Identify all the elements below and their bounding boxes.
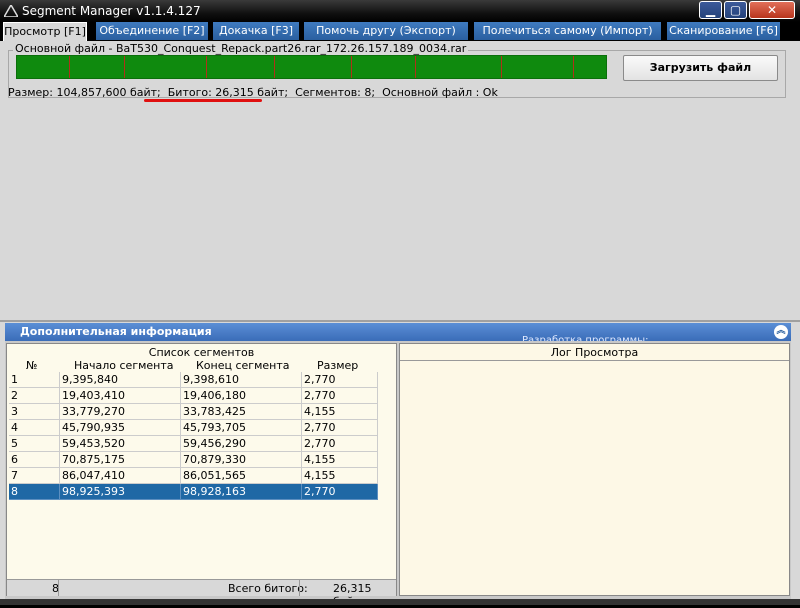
footer-separator <box>299 580 300 596</box>
load-file-button[interactable]: Загрузить файл <box>623 55 778 81</box>
tab-scan[interactable]: Сканирование [F6] <box>667 22 780 40</box>
cell-number: 5 <box>9 436 60 452</box>
main-file-status-text: Основной файл : Ok <box>382 86 498 99</box>
cell-start: 59,453,520 <box>60 436 181 452</box>
log-title: Лог Просмотра <box>400 346 789 361</box>
segment-marker <box>274 56 275 78</box>
cell-end: 59,456,290 <box>181 436 302 452</box>
table-row[interactable]: 8 98,925,393 98,928,163 2,770 <box>9 484 378 500</box>
cell-number: 4 <box>9 420 60 436</box>
cell-number: 7 <box>9 468 60 484</box>
tab-import[interactable]: Полечиться самому (Импорт) [F5] <box>474 22 661 55</box>
cell-number: 1 <box>9 372 60 388</box>
cell-size: 2,770 <box>302 372 378 388</box>
highlight-underline <box>144 99 262 102</box>
cell-size: 2,770 <box>302 388 378 404</box>
file-size-text: Размер: 104,857,600 байт; <box>8 86 161 99</box>
window-title: Segment Manager v1.1.4.127 <box>22 4 201 18</box>
broken-bytes-text: Битого: 26,315 байт; <box>167 86 289 99</box>
cell-size: 4,155 <box>302 452 378 468</box>
footer-total-label: Всего битого: <box>228 582 308 595</box>
segment-marker <box>124 56 125 78</box>
close-button[interactable]: ✕ <box>749 1 795 19</box>
tab-export[interactable]: Помочь другу (Экспорт) [F4] <box>304 22 468 55</box>
splitter[interactable] <box>0 320 800 322</box>
cell-start: 19,403,410 <box>60 388 181 404</box>
table-row[interactable]: 5 59,453,520 59,456,290 2,770 <box>9 436 378 452</box>
segment-marker <box>415 56 416 78</box>
cell-size: 2,770 <box>302 436 378 452</box>
bottom-edge <box>0 599 800 605</box>
table-row[interactable]: 6 70,875,175 70,879,330 4,155 <box>9 452 378 468</box>
cell-size: 4,155 <box>302 404 378 420</box>
column-end[interactable]: Конец сегмента <box>196 359 289 372</box>
cell-end: 19,406,180 <box>181 388 302 404</box>
table-row[interactable]: 3 33,779,270 33,783,425 4,155 <box>9 404 378 420</box>
cell-number: 8 <box>9 484 60 500</box>
segment-count-text: Сегментов: 8; <box>295 86 376 99</box>
cell-size: 2,770 <box>302 420 378 436</box>
tab-view[interactable]: Просмотр [F1] <box>3 22 87 41</box>
segment-list-panel: Список сегментов № Начало сегмента Конец… <box>6 343 397 596</box>
cell-start: 98,925,393 <box>60 484 181 500</box>
view-panel: Основной файл - BaT530_Conquest_Repack.p… <box>3 41 797 320</box>
cell-number: 3 <box>9 404 60 420</box>
cell-number: 2 <box>9 388 60 404</box>
column-number[interactable]: № <box>26 359 37 372</box>
cell-end: 86,051,565 <box>181 468 302 484</box>
cell-size: 4,155 <box>302 468 378 484</box>
cell-end: 33,783,425 <box>181 404 302 420</box>
table-row[interactable]: 2 19,403,410 19,406,180 2,770 <box>9 388 378 404</box>
minimize-button[interactable]: ▁ <box>699 1 722 19</box>
additional-info-header[interactable]: Дополнительная информация Разработка про… <box>5 323 791 346</box>
file-status-line: Размер: 104,857,600 байт; Битого: 26,315… <box>8 86 498 99</box>
cell-end: 45,793,705 <box>181 420 302 436</box>
segment-marker <box>501 56 502 78</box>
title-bar: Segment Manager v1.1.4.127 ▁ ▢ ✕ <box>0 0 800 22</box>
table-row[interactable]: 1 9,395,840 9,398,610 2,770 <box>9 372 378 388</box>
file-segment-map <box>16 55 607 79</box>
cell-end: 98,928,163 <box>181 484 302 500</box>
cell-start: 70,875,175 <box>60 452 181 468</box>
segment-marker <box>69 56 70 78</box>
cell-start: 33,779,270 <box>60 404 181 420</box>
segment-marker <box>351 56 352 78</box>
main-file-title: Основной файл - BaT530_Conquest_Repack.p… <box>13 42 469 55</box>
tab-download[interactable]: Докачка [F3] <box>213 22 299 40</box>
log-panel: Лог Просмотра <box>399 343 790 596</box>
tab-merge[interactable]: Объединение [F2] <box>96 22 208 40</box>
cell-start: 86,047,410 <box>60 468 181 484</box>
cell-start: 9,395,840 <box>60 372 181 388</box>
column-size[interactable]: Размер <box>317 359 358 372</box>
app-window: Segment Manager v1.1.4.127 ▁ ▢ ✕ Просмот… <box>0 0 800 608</box>
cell-size: 2,770 <box>302 484 378 500</box>
segment-list-caption: Список сегментов <box>148 346 255 359</box>
collapse-icon[interactable]: ︽ <box>774 325 788 339</box>
table-row[interactable]: 7 86,047,410 86,051,565 4,155 <box>9 468 378 484</box>
segment-marker <box>206 56 207 78</box>
segment-marker <box>573 56 574 78</box>
cell-end: 9,398,610 <box>181 372 302 388</box>
cell-number: 6 <box>9 452 60 468</box>
additional-info-title: Дополнительная информация <box>20 325 212 338</box>
segment-footer: 8 Всего битого: 26,315 байт <box>7 579 396 608</box>
cell-start: 45,790,935 <box>60 420 181 436</box>
footer-separator <box>58 580 59 596</box>
table-row[interactable]: 4 45,790,935 45,793,705 2,770 <box>9 420 378 436</box>
column-start[interactable]: Начало сегмента <box>74 359 174 372</box>
app-logo-icon <box>4 5 18 17</box>
cell-end: 70,879,330 <box>181 452 302 468</box>
maximize-button[interactable]: ▢ <box>724 1 747 19</box>
